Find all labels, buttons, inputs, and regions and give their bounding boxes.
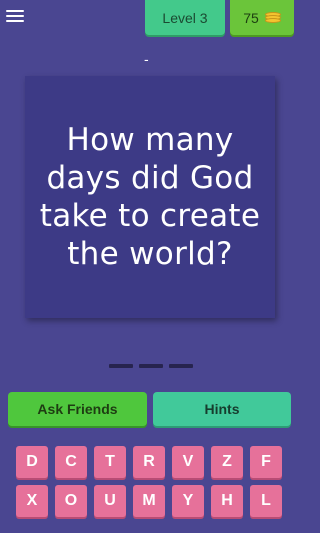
letter-key[interactable]: O (55, 485, 87, 517)
hamburger-menu-icon[interactable] (6, 8, 24, 24)
letter-key[interactable]: C (55, 446, 87, 478)
letter-key[interactable]: M (133, 485, 165, 517)
letter-key[interactable]: H (211, 485, 243, 517)
letter-key[interactable]: R (133, 446, 165, 478)
level-label: Level 3 (162, 9, 208, 26)
letter-key[interactable]: Y (172, 485, 204, 517)
keyboard-row-2: XOUMYHL (16, 485, 286, 517)
answer-slot[interactable] (139, 364, 163, 368)
coin-count: 75 (243, 9, 259, 26)
menu-line (6, 10, 24, 12)
question-text: How many days did God take to create the… (39, 122, 261, 272)
coins-icon (264, 11, 281, 24)
answer-slot[interactable] (169, 364, 193, 368)
question-card: How many days did God take to create the… (25, 76, 275, 318)
letter-key[interactable]: T (94, 446, 126, 478)
letter-key[interactable]: V (172, 446, 204, 478)
letter-key[interactable]: D (16, 446, 48, 478)
letter-key[interactable]: X (16, 485, 48, 517)
top-marker: - (144, 51, 149, 67)
answer-slots (109, 364, 193, 368)
menu-line (6, 15, 24, 17)
letter-key[interactable]: L (250, 485, 282, 517)
answer-slot[interactable] (109, 364, 133, 368)
coins-badge[interactable]: 75 (230, 0, 294, 35)
ask-friends-button[interactable]: Ask Friends (8, 392, 147, 426)
letter-key[interactable]: Z (211, 446, 243, 478)
keyboard-row-1: DCTRVZF (16, 446, 286, 478)
menu-line (6, 20, 24, 22)
letter-keyboard: DCTRVZF XOUMYHL (16, 446, 286, 524)
level-badge: Level 3 (145, 0, 225, 35)
letter-key[interactable]: U (94, 485, 126, 517)
hints-button[interactable]: Hints (153, 392, 291, 426)
letter-key[interactable]: F (250, 446, 282, 478)
